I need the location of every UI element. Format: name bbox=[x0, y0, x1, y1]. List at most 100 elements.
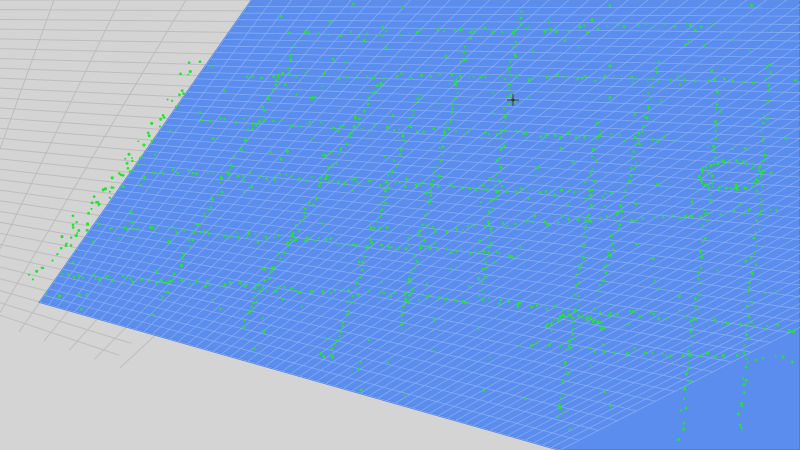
point bbox=[251, 74, 254, 78]
point bbox=[297, 177, 301, 181]
point bbox=[385, 30, 388, 33]
point bbox=[217, 193, 220, 196]
point bbox=[506, 95, 509, 98]
point bbox=[412, 108, 416, 112]
point bbox=[319, 181, 323, 185]
point bbox=[366, 102, 370, 106]
point bbox=[374, 219, 377, 222]
point bbox=[228, 280, 232, 284]
point bbox=[736, 412, 741, 416]
point bbox=[355, 281, 358, 283]
point bbox=[705, 351, 710, 355]
point bbox=[564, 75, 567, 79]
point bbox=[249, 171, 252, 175]
point bbox=[502, 107, 505, 110]
point bbox=[646, 78, 649, 81]
point bbox=[285, 149, 289, 153]
point bbox=[345, 312, 349, 316]
point bbox=[693, 80, 696, 83]
point bbox=[698, 293, 701, 297]
point bbox=[274, 289, 278, 293]
3d-viewport[interactable] bbox=[0, 0, 800, 450]
point bbox=[637, 139, 640, 142]
point bbox=[140, 278, 144, 281]
point bbox=[776, 323, 780, 327]
point bbox=[698, 354, 702, 358]
point bbox=[358, 117, 361, 121]
point bbox=[407, 277, 411, 281]
point bbox=[278, 173, 281, 176]
point bbox=[707, 186, 711, 189]
point bbox=[410, 288, 414, 291]
point bbox=[715, 124, 718, 127]
point bbox=[634, 162, 637, 165]
point bbox=[585, 317, 589, 321]
point bbox=[489, 227, 493, 231]
point bbox=[228, 172, 231, 176]
point bbox=[713, 318, 717, 322]
point bbox=[747, 337, 750, 340]
point bbox=[774, 291, 777, 294]
point bbox=[277, 285, 280, 289]
point bbox=[508, 73, 512, 77]
point bbox=[309, 96, 313, 100]
point bbox=[612, 233, 615, 236]
point bbox=[385, 225, 389, 229]
point bbox=[400, 72, 403, 75]
point bbox=[743, 344, 746, 347]
point bbox=[319, 352, 323, 356]
point bbox=[690, 343, 693, 345]
point bbox=[669, 354, 673, 358]
point bbox=[604, 271, 608, 275]
point bbox=[655, 71, 659, 75]
scene-canvas[interactable] bbox=[0, 0, 800, 450]
point bbox=[321, 85, 323, 88]
point bbox=[413, 254, 417, 257]
point bbox=[436, 27, 440, 31]
point bbox=[707, 171, 710, 174]
point bbox=[289, 54, 292, 57]
point bbox=[629, 166, 633, 170]
point bbox=[373, 123, 376, 126]
point bbox=[735, 187, 739, 191]
point bbox=[577, 46, 580, 49]
point bbox=[154, 281, 158, 285]
point bbox=[631, 156, 634, 159]
point bbox=[454, 130, 457, 133]
point bbox=[651, 257, 655, 261]
point bbox=[751, 81, 756, 85]
point bbox=[487, 250, 491, 254]
point bbox=[317, 32, 320, 35]
point bbox=[387, 245, 391, 249]
point bbox=[245, 236, 249, 239]
point bbox=[642, 124, 645, 128]
point bbox=[329, 291, 333, 295]
point bbox=[469, 36, 473, 40]
point bbox=[630, 218, 634, 222]
point bbox=[325, 337, 328, 340]
point bbox=[731, 79, 735, 82]
point bbox=[469, 30, 473, 34]
point bbox=[168, 129, 171, 132]
point bbox=[85, 293, 89, 297]
point bbox=[538, 191, 542, 195]
point bbox=[610, 133, 613, 136]
point bbox=[384, 46, 388, 49]
point bbox=[346, 300, 349, 304]
point bbox=[434, 165, 437, 168]
point bbox=[689, 329, 693, 333]
point bbox=[754, 230, 757, 233]
point bbox=[552, 193, 557, 197]
point bbox=[620, 209, 624, 213]
point bbox=[335, 162, 338, 165]
point bbox=[400, 149, 403, 152]
point bbox=[561, 412, 564, 415]
point bbox=[379, 291, 382, 294]
point bbox=[473, 224, 476, 227]
point bbox=[774, 354, 777, 357]
point bbox=[721, 353, 725, 357]
point bbox=[258, 289, 262, 293]
point bbox=[294, 289, 297, 292]
point bbox=[391, 114, 394, 117]
point bbox=[609, 191, 613, 194]
